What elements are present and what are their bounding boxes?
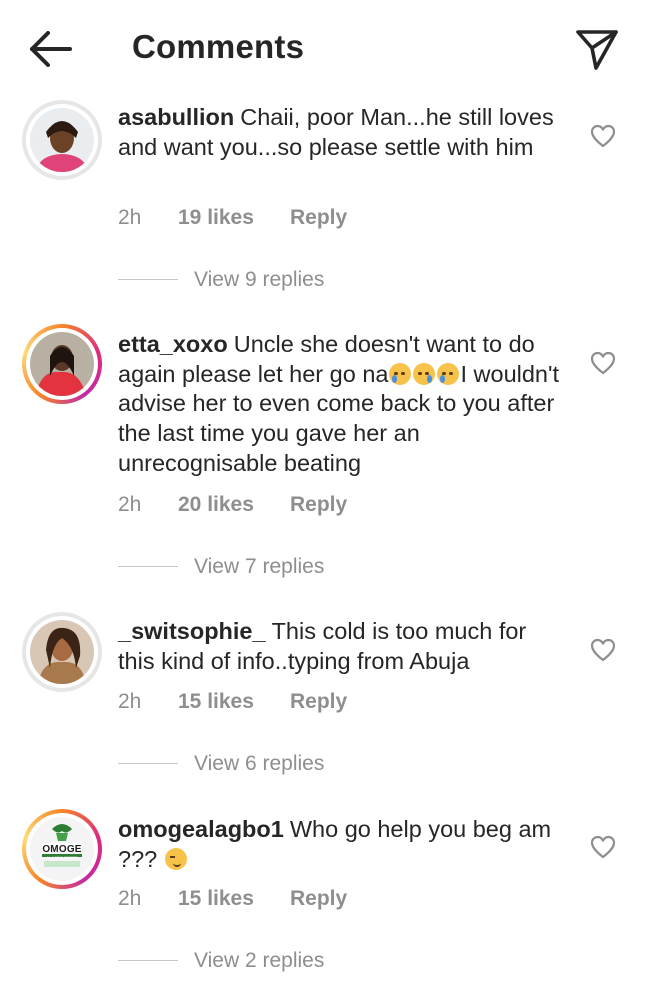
crying-face-icon: [437, 362, 460, 385]
comment-text: _switsophie_ This cold is too much for th…: [118, 617, 568, 676]
avatar[interactable]: OMOGE ALAGBO STORE: [22, 809, 102, 889]
comment-username[interactable]: _switsophie_: [118, 618, 266, 644]
heart-icon[interactable]: [590, 124, 616, 148]
comment-username[interactable]: omogealagbo1: [118, 816, 284, 842]
comment-text: asabullion Chaii, poor Man...he still lov…: [118, 103, 568, 162]
page-title: Comments: [132, 28, 305, 65]
comment-likes[interactable]: 15 likes: [178, 887, 254, 911]
replies-divider: [118, 763, 178, 764]
comment-text: etta_xoxo Uncle she doesn't want to do ag…: [118, 330, 568, 479]
replies-divider: [118, 279, 178, 280]
reply-button[interactable]: Reply: [290, 690, 347, 714]
comment-likes[interactable]: 19 likes: [178, 206, 254, 230]
comment-username[interactable]: asabullion: [118, 104, 234, 130]
avatar[interactable]: [22, 324, 102, 404]
comment-time: 2h: [118, 690, 142, 713]
crying-face-icon: [413, 362, 436, 385]
view-replies-button[interactable]: View 7 replies: [194, 555, 324, 579]
smirk-face-icon: [164, 847, 187, 870]
heart-icon[interactable]: [590, 835, 616, 859]
avatar[interactable]: [22, 100, 102, 180]
profile-photo: [30, 332, 94, 396]
heart-icon[interactable]: [590, 638, 616, 662]
heart-icon[interactable]: [590, 351, 616, 375]
comment-time: 2h: [118, 887, 142, 910]
header-bar: Comments: [0, 0, 654, 96]
reply-button[interactable]: Reply: [290, 493, 347, 517]
comment-text: omogealagbo1 Who go help you beg am ???: [118, 815, 568, 874]
comment-likes[interactable]: 15 likes: [178, 690, 254, 714]
comment-time: 2h: [118, 493, 142, 516]
comment-time: 2h: [118, 206, 142, 229]
store-logo-subtext: ALAGBO STORE: [46, 855, 78, 860]
store-logo-text: OMOGE: [42, 844, 82, 855]
view-replies-button[interactable]: View 9 replies: [194, 268, 324, 292]
crying-face-icon: [389, 362, 412, 385]
comment-username[interactable]: etta_xoxo: [118, 331, 228, 357]
reply-button[interactable]: Reply: [290, 206, 347, 230]
arrow-left-icon[interactable]: [28, 28, 74, 70]
replies-divider: [118, 566, 178, 567]
paper-plane-icon[interactable]: [574, 26, 620, 72]
profile-photo: [30, 620, 94, 684]
reply-button[interactable]: Reply: [290, 887, 347, 911]
profile-photo: [30, 108, 94, 172]
replies-divider: [118, 960, 178, 961]
view-replies-button[interactable]: View 2 replies: [194, 949, 324, 973]
comment-likes[interactable]: 20 likes: [178, 493, 254, 517]
avatar[interactable]: [22, 612, 102, 692]
view-replies-button[interactable]: View 6 replies: [194, 752, 324, 776]
